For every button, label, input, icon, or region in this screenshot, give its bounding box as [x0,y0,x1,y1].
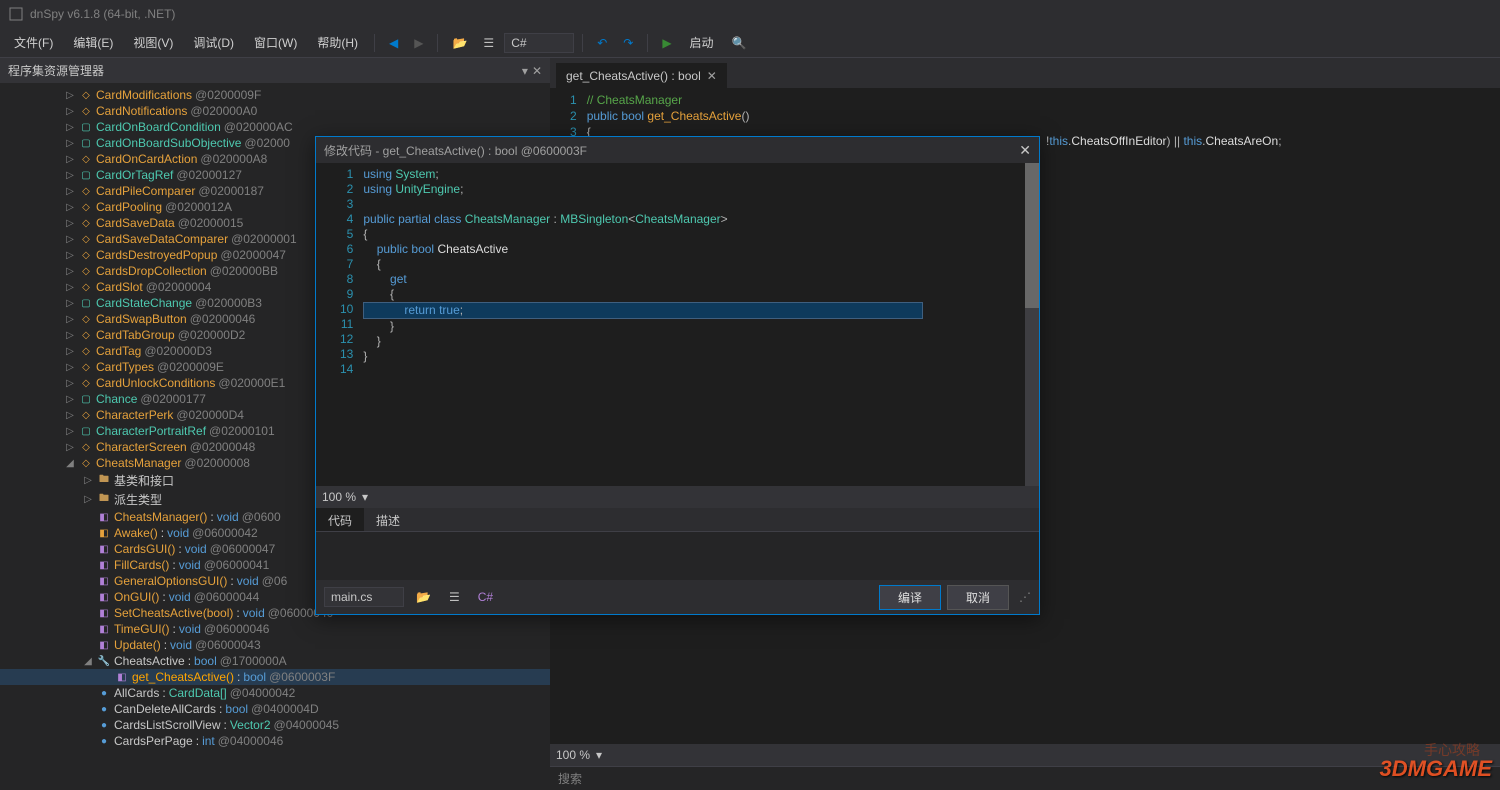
tree-row[interactable]: ▷◇CardNotifications @020000A0 [0,103,550,119]
app-title: dnSpy v6.1.8 (64-bit, .NET) [30,7,175,21]
undo-icon[interactable]: ↶ [591,33,613,53]
dialog-scrollbar[interactable] [1025,163,1039,486]
redo-icon[interactable]: ↷ [617,33,639,53]
menu-help[interactable]: 帮助(H) [309,30,366,55]
dialog-titlebar[interactable]: 修改代码 - get_CheatsActive() : bool @060000… [316,137,1039,163]
start-icon[interactable]: ▶ [656,33,677,53]
zoom-level: 100 % [556,748,590,762]
panel-dropdown-icon[interactable]: ▾ [522,64,528,78]
menu-view[interactable]: 视图(V) [125,30,181,55]
app-icon [8,6,24,22]
editor-tabs: get_CheatsActive() : bool ✕ [550,58,1500,88]
titlebar: dnSpy v6.1.8 (64-bit, .NET) [0,0,1500,28]
menubar: 文件(F) 编辑(E) 视图(V) 调试(D) 窗口(W) 帮助(H) ◀ ▶ … [0,28,1500,58]
resize-grip-icon[interactable]: ⋰ [1019,590,1031,604]
dialog-lang-icon[interactable]: C# [472,587,499,607]
dialog-footer: main.cs 📂 ☰ C# 编译 取消 ⋰ [316,580,1039,614]
tab-current[interactable]: get_CheatsActive() : bool ✕ [556,63,727,88]
zoom-bar: 100 % ▾ [550,744,1500,766]
dialog-list-icon[interactable]: ☰ [443,587,466,607]
zoom-dropdown-icon[interactable]: ▾ [596,748,602,762]
menu-debug[interactable]: 调试(D) [185,30,242,55]
tree-row[interactable]: ●CardsListScrollView : Vector2 @04000045 [0,717,550,733]
language-select[interactable]: C# [504,33,574,53]
menu-edit[interactable]: 编辑(E) [65,30,121,55]
nav-forward-icon[interactable]: ▶ [408,33,429,53]
menu-window[interactable]: 窗口(W) [246,30,305,55]
compile-button[interactable]: 编译 [879,585,941,610]
dialog-zoom: 100 % [322,490,356,504]
dialog-title: 修改代码 - get_CheatsActive() : bool @060000… [324,142,587,159]
dialog-tab-code[interactable]: 代码 [316,508,364,531]
tree-row[interactable]: ◧Update() : void @06000043 [0,637,550,653]
tree-row[interactable]: ◢🔧CheatsActive : bool @1700000A [0,653,550,669]
dialog-tab-desc[interactable]: 描述 [364,508,412,531]
dialog-zoom-dropdown-icon[interactable]: ▾ [362,490,368,504]
dialog-file-select[interactable]: main.cs [324,587,404,607]
search-label: 搜索 [558,770,582,787]
tree-row[interactable]: ●CardsPerPage : int @04000046 [0,733,550,749]
panel-header: 程序集资源管理器 ▾ ✕ [0,58,550,83]
panel-title: 程序集资源管理器 [8,62,104,79]
edit-code-dialog: 修改代码 - get_CheatsActive() : bool @060000… [315,136,1040,615]
tab-close-icon[interactable]: ✕ [707,69,717,83]
tree-row[interactable]: ▷▢CardOnBoardCondition @020000AC [0,119,550,135]
panel-close-icon[interactable]: ✕ [532,64,542,78]
dialog-tabbar: 代码 描述 [316,508,1039,532]
start-button[interactable]: 启动 [682,30,722,55]
dialog-lines: using System;using UnityEngine;public pa… [363,163,1039,486]
search-icon[interactable]: 🔍 [726,33,753,53]
tree-row[interactable]: ◧TimeGUI() : void @06000046 [0,621,550,637]
dialog-close-icon[interactable]: ✕ [1019,142,1031,159]
dialog-gutter: 1234567891011121314 [316,163,363,486]
open-icon[interactable]: 📂 [446,33,473,53]
code-overflow: !this.CheatsOffInEditor) || this.CheatsA… [1046,134,1282,149]
search-bar[interactable]: 搜索 [550,766,1500,790]
dialog-open-icon[interactable]: 📂 [410,587,437,607]
tree-row[interactable]: ▷◇CardModifications @0200009F [0,87,550,103]
list-icon[interactable]: ☰ [477,33,500,53]
dialog-code-view[interactable]: 1234567891011121314 using System;using U… [316,163,1039,486]
dialog-zoom-bar: 100 % ▾ [316,486,1039,508]
dialog-output [316,532,1039,580]
cancel-button[interactable]: 取消 [947,585,1009,610]
menu-file[interactable]: 文件(F) [6,30,61,55]
tree-row[interactable]: ◧get_CheatsActive() : bool @0600003F [0,669,550,685]
nav-back-icon[interactable]: ◀ [383,33,404,53]
tree-row[interactable]: ●CanDeleteAllCards : bool @0400004D [0,701,550,717]
tree-row[interactable]: ●AllCards : CardData[] @04000042 [0,685,550,701]
tab-label: get_CheatsActive() : bool [566,69,701,83]
